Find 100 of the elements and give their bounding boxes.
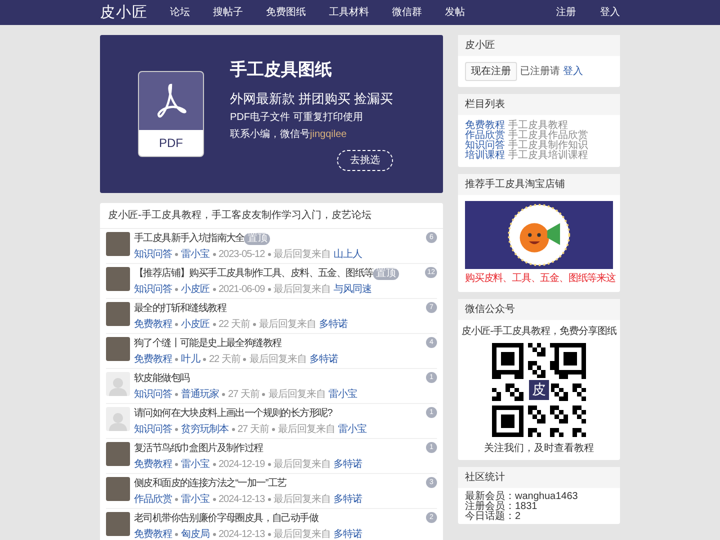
post-time: 27 天前 [228, 388, 260, 401]
author-link[interactable]: 匈皮局 [181, 528, 210, 540]
post-time: 2021-06-09 [218, 283, 265, 296]
post-time: 2024-12-19 [218, 458, 265, 471]
topic-title[interactable]: 【推荐店铺】购买手工皮具制作工具、皮料、五金、图纸等 [134, 267, 374, 281]
banner-contact: 联系小编，微信号jingqilee [230, 128, 348, 142]
pdf-label: PDF [158, 135, 184, 152]
last-reply-label: 最后回复来自 [274, 493, 331, 506]
pinned-badge: 置顶 [373, 268, 400, 280]
author-link[interactable]: 小皮匠 [181, 318, 210, 331]
stat-value: 2 [515, 512, 521, 522]
wechat-caption: 关注我们，及时查看教程 [484, 442, 594, 456]
author-link[interactable]: 小皮匠 [181, 283, 210, 296]
author-link[interactable]: 雷小宝 [181, 458, 210, 471]
card-title: 社区统计 [458, 467, 620, 488]
post-time: 27 天前 [238, 423, 269, 436]
last-reply-label: 最后回复来自 [274, 528, 331, 540]
avatar-photo-placeholder[interactable] [106, 512, 130, 536]
author-link[interactable]: 贫穷玩制本 [181, 423, 228, 436]
nav-link[interactable]: 发帖 [445, 5, 465, 20]
avatar-photo-placeholder[interactable] [106, 267, 130, 291]
category-link[interactable]: 知识问答 [465, 141, 505, 151]
banner-subtitle: 外网最新款 拼团购买 捡漏买 [230, 90, 394, 108]
post-time: 2024-12-13 [218, 528, 265, 540]
category-link[interactable]: 知识问答 [134, 388, 172, 401]
wechat-intro: 皮小匠-手工皮具教程，免费分享图纸 [462, 324, 616, 339]
category-link[interactable]: 培训课程 [465, 151, 505, 161]
category-link[interactable]: 免费教程 [134, 353, 172, 366]
post-time: 2023-05-12 [218, 248, 265, 261]
default-avatar-icon[interactable] [106, 372, 130, 396]
category-link[interactable]: 知识问答 [134, 248, 172, 261]
category-description: 手工皮具培训课程 [508, 151, 588, 161]
nav-link[interactable]: 免费图纸 [266, 5, 306, 20]
category-link[interactable]: 免费教程 [134, 528, 172, 540]
topic-title[interactable]: 最全的打斩和缝线教程 [134, 302, 226, 316]
category-link[interactable]: 免费教程 [465, 121, 505, 131]
last-reply-label: 最后回复来自 [249, 353, 306, 366]
shop-mascot-drawing[interactable] [465, 201, 613, 269]
last-reply-label: 最后回复来自 [268, 388, 326, 401]
topic-title[interactable]: 请问如何在大块皮料上画出一个规则的长方形呢? [134, 407, 332, 421]
browse-button[interactable]: 去挑选 [337, 150, 394, 171]
topic-title[interactable]: 软皮能做包吗 [134, 372, 190, 386]
login-hint: 已注册请 [520, 64, 560, 79]
login-link[interactable]: 登入 [563, 64, 583, 79]
stat-value: wanghua1463 [515, 492, 578, 502]
last-reply-label: 最后回复来自 [278, 423, 335, 436]
topic-title[interactable]: 狗了个缝丨可能是史上最全狗缝教程 [134, 337, 282, 351]
last-reply-user[interactable]: 多特诺 [309, 353, 338, 366]
default-avatar-icon[interactable] [106, 407, 130, 431]
stat-label: 最新会员： [465, 492, 515, 502]
category-link[interactable]: 作品欣赏 [134, 493, 172, 506]
stat-value: 1831 [515, 502, 538, 512]
last-reply-user[interactable]: 多特诺 [334, 528, 362, 540]
nav-link[interactable]: 注册 [556, 5, 576, 20]
category-link[interactable]: 知识问答 [134, 423, 172, 436]
stat-label: 注册会员： [465, 502, 515, 512]
avatar-photo-placeholder[interactable] [106, 477, 130, 501]
category-link[interactable]: 作品欣赏 [465, 131, 505, 141]
nav-link[interactable]: 工具材料 [329, 5, 369, 20]
category-link[interactable]: 知识问答 [134, 283, 172, 296]
avatar-photo-placeholder[interactable] [106, 337, 130, 361]
avatar-photo-placeholder[interactable] [106, 232, 130, 256]
author-link[interactable]: 雷小宝 [181, 248, 210, 261]
avatar-photo-placeholder[interactable] [106, 442, 130, 466]
last-reply-user[interactable]: 与风同速 [334, 283, 372, 296]
banner-title: 手工皮具图纸 [230, 59, 333, 81]
nav-link[interactable]: 登入 [600, 5, 620, 20]
card-title: 皮小匠 [458, 35, 620, 56]
author-link[interactable]: 叶儿 [181, 353, 200, 366]
card-title: 微信公众号 [458, 299, 620, 320]
last-reply-user[interactable]: 雷小宝 [328, 388, 357, 401]
nav-link[interactable]: 搜帖子 [213, 5, 243, 20]
card-title: 栏目列表 [458, 94, 620, 115]
topic-title[interactable]: 老司机带你告别廉价字母圈皮具，自己动手做 [134, 512, 318, 526]
nav-link[interactable]: 论坛 [170, 5, 190, 20]
last-reply-user[interactable]: 雷小宝 [338, 423, 366, 436]
category-link[interactable]: 免费教程 [134, 318, 172, 331]
last-reply-user[interactable]: 多特诺 [318, 318, 348, 331]
topic-title[interactable]: 手工皮具新手入坑指南大全 [134, 232, 244, 246]
post-time: 22 天前 [218, 318, 250, 331]
last-reply-label: 最后回复来自 [258, 318, 316, 331]
last-reply-user[interactable]: 山上人 [334, 248, 362, 261]
register-button[interactable]: 现在注册 [465, 62, 517, 81]
last-reply-user[interactable]: 多特诺 [334, 493, 362, 506]
pinned-badge: 置顶 [244, 233, 270, 245]
author-link[interactable]: 雷小宝 [181, 493, 210, 506]
topic-title[interactable]: 侧皮和面皮的连接方法之“一加一”工艺 [134, 477, 286, 491]
avatar-photo-placeholder[interactable] [106, 302, 130, 326]
last-reply-label: 最后回复来自 [274, 283, 331, 296]
author-link[interactable]: 普通玩家 [181, 388, 219, 401]
banner-text: PDF电子文件 可重复打印使用 [230, 110, 364, 125]
category-description: 手工皮具作品欣赏 [508, 131, 588, 141]
last-reply-user[interactable]: 多特诺 [334, 458, 362, 471]
topic-title[interactable]: 复活节鸟纸巾盒图片及制作过程 [134, 442, 263, 456]
nav-link[interactable]: 微信群 [392, 5, 422, 20]
card-title: 推荐手工皮具淘宝店铺 [458, 174, 620, 195]
stat-label: 今日话题： [465, 512, 515, 522]
site-logo[interactable]: 皮小匠 [100, 1, 148, 24]
category-link[interactable]: 免费教程 [134, 458, 172, 471]
category-description: 手工皮具制作知识 [508, 141, 588, 151]
